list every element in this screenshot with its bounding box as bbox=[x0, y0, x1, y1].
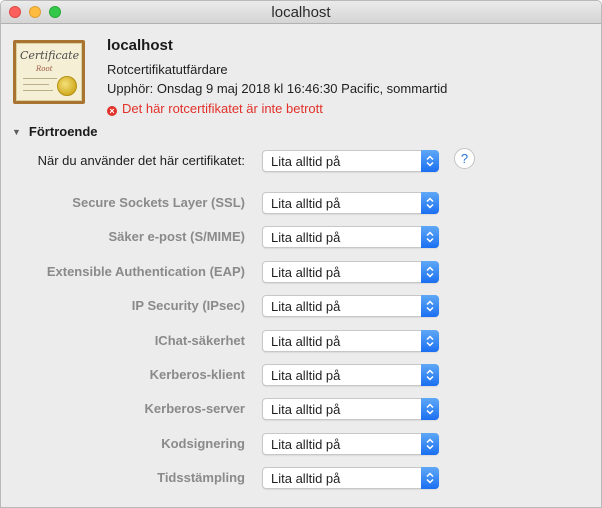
trust-popup-kodsignering[interactable]: Lita alltid på bbox=[262, 433, 439, 455]
updown-arrows-icon bbox=[421, 433, 439, 455]
trust-label-kerberos-klient: Kerberos-klient bbox=[149, 367, 245, 382]
certificate-icon-subtitle: Root bbox=[36, 65, 53, 73]
certificate-status: × Det här rotcertifikatet är inte betrott bbox=[107, 101, 323, 116]
when-using-certificate-popup[interactable]: Lita alltid på bbox=[262, 150, 439, 172]
trust-popup-kerberos-server[interactable]: Lita alltid på bbox=[262, 398, 439, 420]
popup-value: Lita alltid på bbox=[271, 334, 341, 349]
trust-popup-tidsstampling[interactable]: Lita alltid på bbox=[262, 467, 439, 489]
certificate-name: localhost bbox=[107, 37, 173, 54]
trust-section-label: Förtroende bbox=[28, 124, 98, 139]
trust-label-saker-e-post-s-mime: Säker e-post (S/MIME) bbox=[108, 229, 245, 244]
popup-value: Lita alltid på bbox=[271, 368, 341, 383]
popup-value: Lita alltid på bbox=[271, 437, 341, 452]
updown-arrows-icon bbox=[421, 192, 439, 214]
trust-label-tidsstampling: Tidsstämpling bbox=[157, 470, 245, 485]
certificate-type: Rotcertifikatutfärdare bbox=[107, 62, 228, 77]
updown-arrows-icon bbox=[421, 261, 439, 283]
updown-arrows-icon bbox=[421, 295, 439, 317]
certificate-icon: Certificate Root bbox=[13, 40, 85, 104]
disclosure-triangle-down-icon[interactable]: ▼ bbox=[12, 127, 21, 137]
updown-arrows-icon bbox=[421, 467, 439, 489]
popup-value: Lita alltid på bbox=[271, 402, 341, 417]
trust-label-extensible-authentication-eap: Extensible Authentication (EAP) bbox=[46, 264, 245, 279]
trust-section-toggle[interactable]: ▼ Förtroende bbox=[12, 124, 98, 139]
trust-label-ip-security-ipsec: IP Security (IPsec) bbox=[131, 298, 245, 313]
title-bar[interactable]: localhost bbox=[1, 1, 601, 24]
updown-arrows-icon bbox=[421, 364, 439, 386]
certificate-status-text: Det här rotcertifikatet är inte betrott bbox=[122, 101, 323, 116]
updown-arrows-icon bbox=[421, 150, 439, 172]
popup-value: Lita alltid på bbox=[271, 299, 341, 314]
certificate-details: Certificate Root localhost Rotcertifikat… bbox=[1, 24, 601, 507]
certificate-seal-icon bbox=[57, 76, 77, 96]
trust-popup-secure-sockets-layer-ssl[interactable]: Lita alltid på bbox=[262, 192, 439, 214]
popup-value: Lita alltid på bbox=[271, 196, 341, 211]
popup-value: Lita alltid på bbox=[271, 265, 341, 280]
trust-popup-kerberos-klient[interactable]: Lita alltid på bbox=[262, 364, 439, 386]
certificate-icon-title: Certificate bbox=[20, 49, 80, 62]
window-title: localhost bbox=[271, 4, 331, 21]
updown-arrows-icon bbox=[421, 330, 439, 352]
trust-popup-ip-security-ipsec[interactable]: Lita alltid på bbox=[262, 295, 439, 317]
trust-label-kodsignering: Kodsignering bbox=[161, 436, 245, 451]
updown-arrows-icon bbox=[421, 226, 439, 248]
trust-label-ichat-sakerhet: IChat-säkerhet bbox=[154, 333, 245, 348]
trust-popup-extensible-authentication-eap[interactable]: Lita alltid på bbox=[262, 261, 439, 283]
error-x-icon: × bbox=[107, 106, 117, 116]
popup-value: Lita alltid på bbox=[271, 471, 341, 486]
trust-popup-saker-e-post-s-mime[interactable]: Lita alltid på bbox=[262, 226, 439, 248]
trust-popup-ichat-sakerhet[interactable]: Lita alltid på bbox=[262, 330, 439, 352]
help-button[interactable]: ? bbox=[454, 148, 475, 169]
certificate-expiry: Upphör: Onsdag 9 maj 2018 kl 16:46:30 Pa… bbox=[107, 81, 448, 96]
when-using-certificate-label: När du använder det här certifikatet: bbox=[37, 153, 245, 168]
trust-label-secure-sockets-layer-ssl: Secure Sockets Layer (SSL) bbox=[72, 195, 245, 210]
certificate-window: localhost Certificate Root localhost Rot… bbox=[0, 0, 602, 508]
popup-value: Lita alltid på bbox=[271, 230, 341, 245]
popup-value: Lita alltid på bbox=[271, 154, 341, 169]
trust-label-kerberos-server: Kerberos-server bbox=[144, 401, 245, 416]
updown-arrows-icon bbox=[421, 398, 439, 420]
